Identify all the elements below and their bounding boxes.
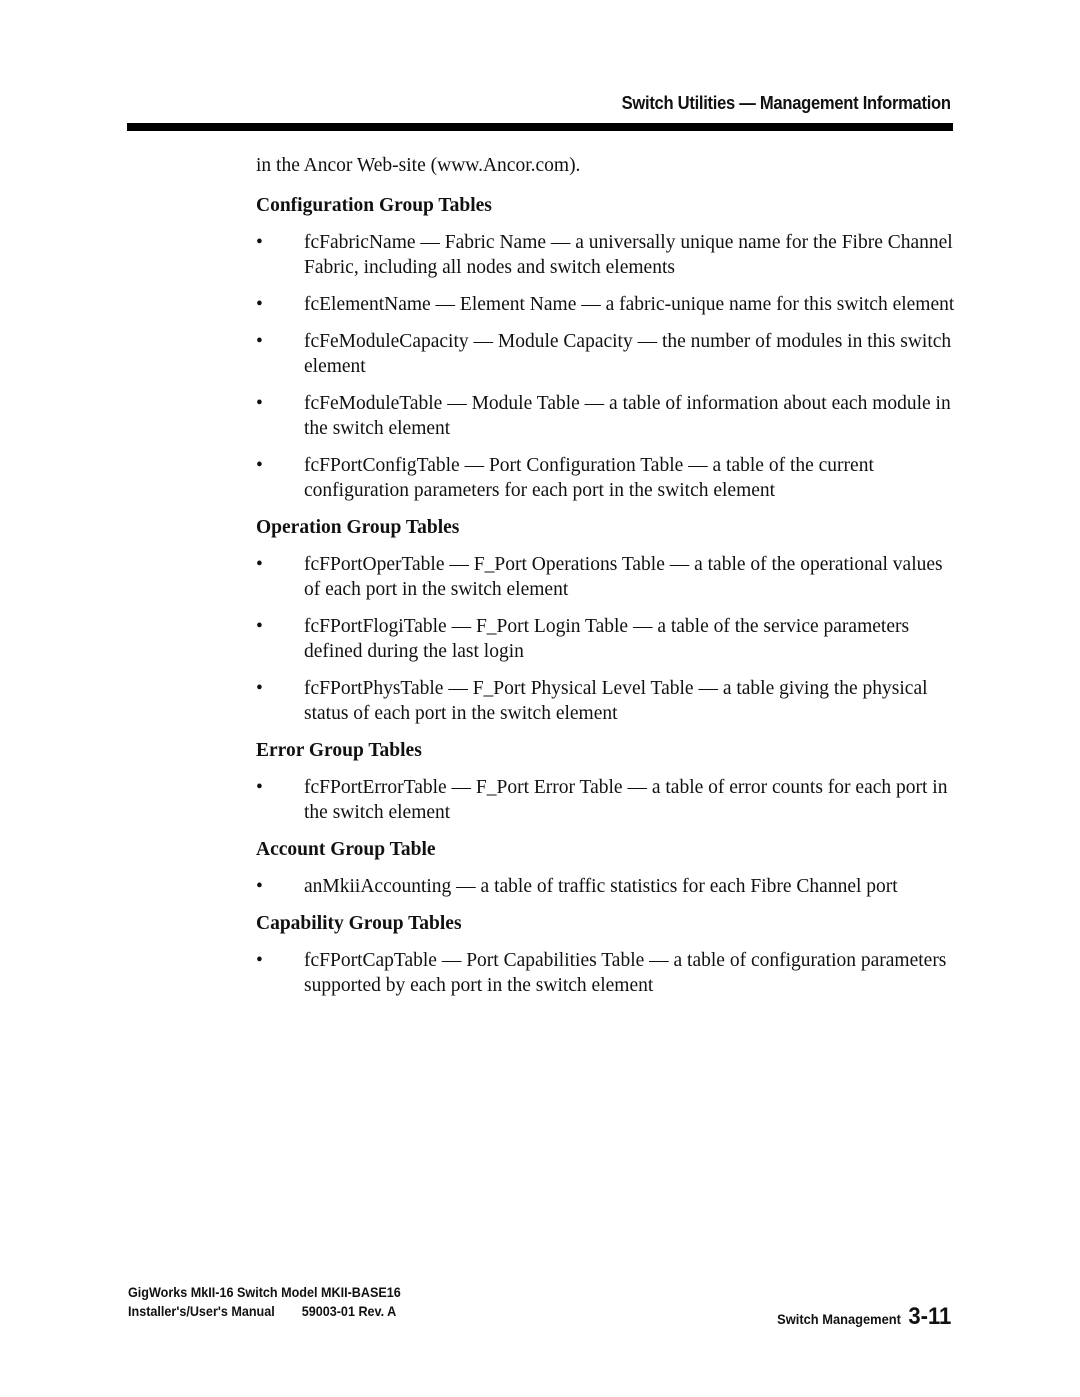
footer-doc-number: 59003-01 Rev. A (301, 1303, 397, 1319)
section-heading: Capability Group Tables (256, 913, 462, 934)
section-heading: Account Group Table (256, 839, 436, 860)
bullet-icon: • (256, 777, 263, 798)
bullet-icon: • (256, 294, 263, 315)
list-item: • anMkiiAccounting — a table of traffic s… (256, 874, 956, 899)
list-item: • fcElementName — Element Name — a fabric… (256, 292, 956, 317)
bullet-icon: • (256, 678, 263, 699)
footer-document-info: GigWorks MkII-16 Switch Model MKII-BASE1… (128, 1283, 401, 1321)
footer-section-name: Switch Management (776, 1311, 901, 1327)
bullet-icon: • (256, 455, 263, 476)
bullet-list: • fcFPortCapTable — Port Capabilities Tab… (256, 948, 956, 998)
bullet-icon: • (256, 232, 263, 253)
bullet-icon: • (256, 950, 263, 971)
bullet-icon: • (256, 876, 263, 897)
list-item-text: fcFPortOperTable — F_Port Operations Tab… (304, 554, 943, 600)
list-item: • fcFPortPhysTable — F_Port Physical Leve… (256, 676, 956, 726)
bullet-icon: • (256, 554, 263, 575)
list-item-text: fcFeModuleTable — Module Table — a table… (304, 393, 951, 439)
footer-manual-title: Installer's/User's Manual (128, 1303, 275, 1319)
bullet-icon: • (256, 616, 263, 637)
header-rule (127, 123, 953, 131)
bullet-icon: • (256, 331, 263, 352)
section-heading: Operation Group Tables (256, 517, 460, 538)
list-item-text: anMkiiAccounting — a table of traffic st… (304, 876, 898, 897)
list-item: • fcFabricName — Fabric Name — a universa… (256, 230, 956, 280)
footer-manual-row: Installer's/User's Manual 59003-01 Rev. … (128, 1302, 401, 1321)
list-item-text: fcFPortPhysTable — F_Port Physical Level… (304, 678, 928, 724)
running-header-title: Switch Utilities — Management Informatio… (621, 93, 951, 113)
list-item-text: fcFPortConfigTable — Port Configuration … (304, 455, 874, 501)
list-item-text: fcFPortFlogiTable — F_Port Login Table —… (304, 616, 910, 662)
section-error-group: Error Group Tables • fcFPortErrorTable — … (256, 738, 956, 825)
bullet-list: • fcFPortOperTable — F_Port Operations Ta… (256, 552, 956, 726)
section-heading: Configuration Group Tables (256, 195, 492, 216)
list-item: • fcFPortOperTable — F_Port Operations Ta… (256, 552, 956, 602)
list-item: • fcFPortCapTable — Port Capabilities Tab… (256, 948, 956, 998)
list-item-text: fcFabricName — Fabric Name — a universal… (304, 232, 953, 278)
list-item: • fcFPortErrorTable — F_Port Error Table … (256, 775, 956, 825)
section-configuration-group: Configuration Group Tables • fcFabricName… (256, 193, 956, 503)
section-account-group: Account Group Table • anMkiiAccounting — … (256, 837, 956, 899)
section-operation-group: Operation Group Tables • fcFPortOperTable… (256, 515, 956, 726)
list-item-text: fcElementName — Element Name — a fabric-… (304, 294, 955, 315)
list-item-text: fcFeModuleCapacity — Module Capacity — t… (304, 331, 952, 377)
page-body: in the Ancor Web-site (www.Ancor.com). C… (256, 153, 956, 1010)
list-item: • fcFPortConfigTable — Port Configuration… (256, 453, 956, 503)
section-capability-group: Capability Group Tables • fcFPortCapTable… (256, 911, 956, 998)
list-item-text: fcFPortErrorTable — F_Port Error Table —… (304, 777, 948, 823)
footer-product-line: GigWorks MkII-16 Switch Model MKII-BASE1… (128, 1284, 401, 1300)
footer-page-info: Switch Management 3-11 (777, 1303, 951, 1331)
list-item-text: fcFPortCapTable — Port Capabilities Tabl… (304, 950, 947, 996)
bullet-list: • anMkiiAccounting — a table of traffic s… (256, 874, 956, 899)
intro-paragraph: in the Ancor Web-site (www.Ancor.com). (256, 155, 581, 176)
page-number: 3-11 (908, 1303, 951, 1330)
bullet-list: • fcFPortErrorTable — F_Port Error Table … (256, 775, 956, 825)
list-item: • fcFeModuleCapacity — Module Capacity — … (256, 329, 956, 379)
bullet-icon: • (256, 393, 263, 414)
list-item: • fcFPortFlogiTable — F_Port Login Table … (256, 614, 956, 664)
bullet-list: • fcFabricName — Fabric Name — a universa… (256, 230, 956, 503)
list-item: • fcFeModuleTable — Module Table — a tabl… (256, 391, 956, 441)
section-heading: Error Group Tables (256, 740, 422, 761)
